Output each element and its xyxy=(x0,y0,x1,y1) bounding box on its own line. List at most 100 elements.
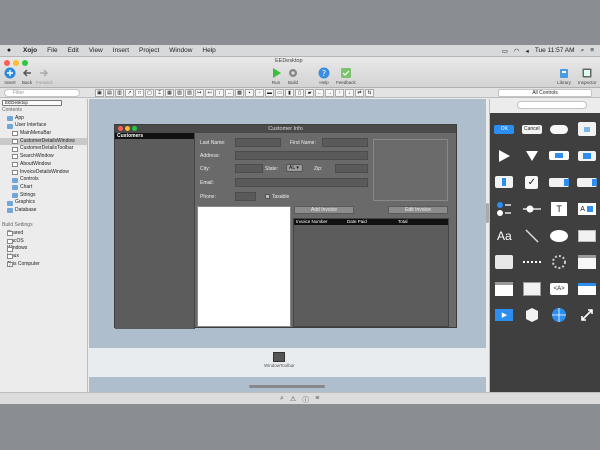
tool-icon[interactable]: ↔ xyxy=(225,89,234,97)
tool-icon[interactable]: ↑ xyxy=(335,89,344,97)
tool-icon[interactable]: ⌶ xyxy=(155,89,164,97)
back-button[interactable]: Back xyxy=(20,66,34,85)
tool-icon[interactable]: ▦ xyxy=(165,89,174,97)
navigator-filter-field[interactable]: Filter xyxy=(4,89,80,97)
library-disclosure-triangle-icon[interactable] xyxy=(519,143,545,170)
clock[interactable]: Tue 11:57 AM xyxy=(535,47,575,54)
tool-icon[interactable]: ▨ xyxy=(185,89,194,97)
library-list-box-icon[interactable] xyxy=(491,276,517,303)
library-radio-group-icon[interactable] xyxy=(491,196,517,223)
menu-list-icon[interactable]: ≡ xyxy=(590,47,594,54)
navigator-item[interactable]: App xyxy=(0,115,87,123)
messages-icon[interactable]: ≡ xyxy=(315,395,319,405)
library-segmented-control-icon[interactable] xyxy=(546,143,572,170)
navigator-item[interactable]: AboutWindow xyxy=(0,161,87,169)
last-name-field[interactable] xyxy=(235,138,281,147)
library-group-box-icon[interactable] xyxy=(519,276,545,303)
tool-icon[interactable]: ▥ xyxy=(115,89,124,97)
email-field[interactable] xyxy=(235,178,368,187)
library-movie-player-icon[interactable]: ▶ xyxy=(491,302,517,329)
tool-icon[interactable]: ↗ xyxy=(125,89,134,97)
tool-icon[interactable]: ⇄ xyxy=(355,89,364,97)
invoice-number-column[interactable]: Invoice Number xyxy=(294,219,345,225)
city-field[interactable] xyxy=(235,164,263,173)
tool-icon[interactable]: ▫ xyxy=(255,89,264,97)
tool-icon[interactable]: ▭ xyxy=(275,89,284,97)
tool-icon[interactable]: ↦ xyxy=(195,89,204,97)
navigator-item[interactable]: Chart xyxy=(0,184,87,192)
tool-icon[interactable]: ▬ xyxy=(265,89,274,97)
volume-icon[interactable]: ◂ xyxy=(526,47,529,55)
notes-text-area[interactable] xyxy=(197,206,291,327)
address-field[interactable] xyxy=(235,151,368,160)
library-scroll-arrows-icon[interactable] xyxy=(574,302,600,329)
navigator-item[interactable]: Strings xyxy=(0,192,87,200)
inspector-button[interactable]: Inspector xyxy=(578,66,597,85)
library-web-viewer-icon[interactable] xyxy=(546,302,572,329)
navigator-item[interactable]: InvoiceDetailsWindow xyxy=(0,169,87,177)
library-progress-icon[interactable] xyxy=(546,249,572,276)
total-column[interactable]: Total xyxy=(396,219,408,225)
date-paid-column[interactable]: Date Paid xyxy=(345,219,396,225)
navigator-item[interactable]: Windows xyxy=(0,245,87,253)
library-filter-popup[interactable]: All Controls xyxy=(498,89,592,97)
library-popup-menu-icon[interactable] xyxy=(546,169,572,196)
library-combo-box-icon[interactable] xyxy=(574,169,600,196)
build-button[interactable]: Build xyxy=(286,66,300,85)
project-tab[interactable]: EEDesktop xyxy=(275,58,303,64)
library-cancel-button-icon[interactable]: Cancel xyxy=(519,116,545,143)
customers-listbox[interactable]: Customers xyxy=(115,133,195,329)
tool-icon[interactable]: ▣ xyxy=(95,89,104,97)
display-icon[interactable]: ▭ xyxy=(502,47,508,55)
library-slider-icon[interactable] xyxy=(519,196,545,223)
taxable-checkbox[interactable] xyxy=(265,194,270,199)
checkbox-icon[interactable] xyxy=(7,239,13,245)
library-container-icon[interactable] xyxy=(519,302,545,329)
add-invoice-button[interactable]: Add Invoice xyxy=(294,206,354,214)
first-name-field[interactable] xyxy=(322,138,368,147)
help-button[interactable]: ? Help xyxy=(317,66,331,85)
library-html-viewer-icon[interactable]: <A> xyxy=(546,276,572,303)
library-label-text-field-icon[interactable]: A xyxy=(574,196,600,223)
library-bevel-button-icon[interactable] xyxy=(574,116,600,143)
tool-icon[interactable]: ↤ xyxy=(205,89,214,97)
library-canvas-icon[interactable] xyxy=(574,249,600,276)
navigator-item[interactable]: Linux xyxy=(0,253,87,261)
edit-invoice-button[interactable]: Edit Invoice xyxy=(388,206,448,214)
library-play-button-icon[interactable] xyxy=(491,143,517,170)
library-search-field[interactable] xyxy=(517,101,587,109)
library-rounded-button-icon[interactable] xyxy=(546,116,572,143)
navigator-item[interactable]: macOS xyxy=(0,238,87,246)
horizontal-scrollbar[interactable] xyxy=(249,385,325,388)
checkbox-icon[interactable] xyxy=(7,254,13,260)
search-icon[interactable]: ⌕ xyxy=(280,395,284,405)
library-button[interactable]: Library xyxy=(557,66,571,85)
menu-window[interactable]: Window xyxy=(164,47,197,54)
designed-window[interactable]: Customer Info Customers Last Name: First… xyxy=(114,124,457,329)
apple-menu-icon[interactable]: ● xyxy=(0,47,18,54)
tool-icon[interactable]: ▮ xyxy=(285,89,294,97)
tool-icon[interactable]: ▯ xyxy=(295,89,304,97)
navigator-item[interactable]: CustomerDetailsToolbar xyxy=(0,145,87,153)
tool-icon[interactable]: ▪ xyxy=(245,89,254,97)
tool-icon[interactable]: ⇅ xyxy=(365,89,374,97)
menu-xojo[interactable]: Xojo xyxy=(18,47,42,54)
checkbox-icon[interactable] xyxy=(7,246,13,252)
invoice-listbox[interactable]: Invoice Number Date Paid Total xyxy=(293,218,449,327)
navigator-item[interactable]: SearchWindow xyxy=(0,153,87,161)
tool-icon[interactable]: □ xyxy=(135,89,144,97)
menu-project[interactable]: Project xyxy=(134,47,164,54)
menu-view[interactable]: View xyxy=(84,47,108,54)
insert-button[interactable]: Insert xyxy=(3,66,17,85)
library-toggle-button-icon[interactable] xyxy=(574,143,600,170)
tool-icon[interactable]: ▩ xyxy=(235,89,244,97)
window-toolbar-tray-item[interactable]: WindowToolbar xyxy=(264,352,295,368)
navigator-item[interactable]: Graphics xyxy=(0,199,87,207)
zip-field[interactable] xyxy=(335,164,368,173)
tool-icon[interactable]: ↕ xyxy=(215,89,224,97)
run-button[interactable]: Run xyxy=(269,66,283,85)
tool-icon[interactable]: ▧ xyxy=(175,89,184,97)
library-image-well-icon[interactable] xyxy=(574,276,600,303)
warning-icon[interactable]: ⚠ xyxy=(290,395,296,405)
tool-icon[interactable]: ↓ xyxy=(345,89,354,97)
